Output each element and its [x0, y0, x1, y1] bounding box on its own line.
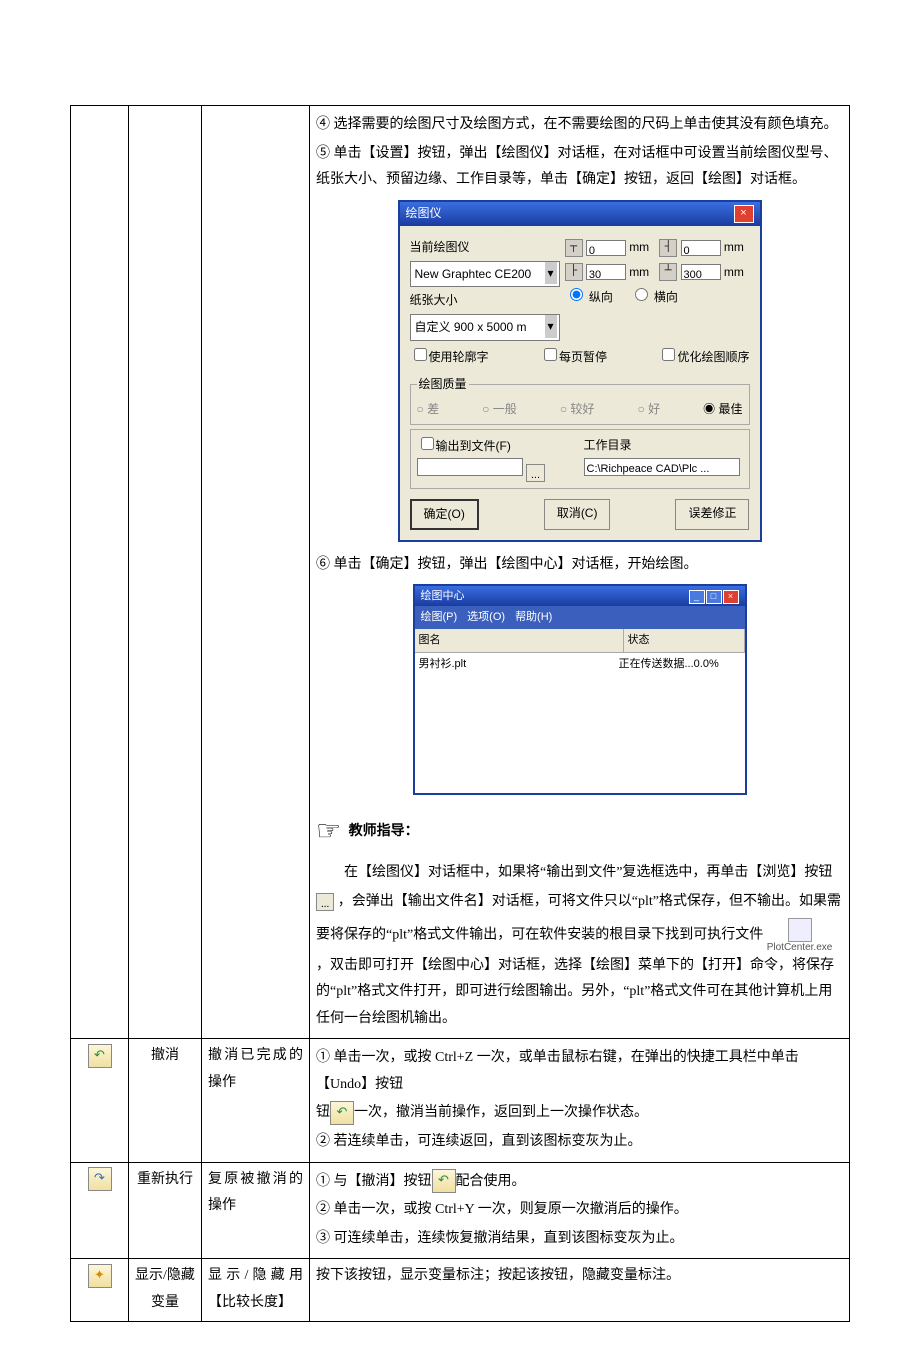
toggle-desc: 显示/隐藏用【比较长度】	[202, 1259, 310, 1321]
margin-left-icon: ├	[565, 263, 583, 281]
toggle-icon-cell: ✦	[71, 1259, 129, 1321]
margin-right-icon: ┤	[659, 239, 677, 257]
menu-options[interactable]: 选项(O)	[467, 607, 505, 628]
current-plotter-label: 当前绘图仪	[410, 236, 565, 259]
menu-plot[interactable]: 绘图(P)	[421, 607, 458, 628]
plot-instructions-cell: ④ 选择需要的绘图尺寸及绘图方式，在不需要绘图的尺码上单击使其没有颜色填充。 ⑤…	[310, 106, 850, 1039]
margin-left-input[interactable]: 30	[586, 264, 626, 280]
optimize-order-checkbox[interactable]: 优化绘图顺序	[658, 345, 749, 369]
quality-best-radio[interactable]: ◉ 最佳	[703, 398, 742, 421]
quality-better-radio[interactable]: ○ 较好	[560, 398, 595, 421]
margin-right-input[interactable]: 0	[681, 240, 721, 256]
teacher-heading: 教师指导：	[349, 824, 419, 839]
undo-desc: 撤消已完成的操作	[202, 1039, 310, 1162]
minimize-icon[interactable]: _	[689, 590, 705, 604]
instruction-table: ④ 选择需要的绘图尺寸及绘图方式，在不需要绘图的尺码上单击使其没有颜色填充。 ⑤…	[70, 105, 850, 1322]
pointing-hand-icon: ☞	[316, 805, 341, 858]
step-4: ④ 选择需要的绘图尺寸及绘图方式，在不需要绘图的尺码上单击使其没有颜色填充。	[316, 112, 843, 139]
margin-bottom-icon: ┴	[659, 263, 677, 281]
col-filename: 图名	[415, 629, 624, 652]
quality-bad-radio[interactable]: ○ 差	[417, 398, 440, 421]
error-fix-button[interactable]: 误差修正	[675, 499, 749, 530]
toggle-var-icon[interactable]: ✦	[88, 1264, 112, 1288]
toggle-text-cell: 按下该按钮，显示变量标注；按起该按钮，隐藏变量标注。	[310, 1259, 850, 1321]
outline-font-checkbox[interactable]: 使用轮廓字	[410, 345, 489, 369]
redo-desc: 复原被撤消的操作	[202, 1162, 310, 1259]
close-icon[interactable]: ×	[723, 590, 739, 604]
prev-desc-cell	[202, 106, 310, 1039]
redo-icon-cell: ↷	[71, 1162, 129, 1259]
margin-top-icon: ┬	[565, 239, 583, 257]
output-to-file-checkbox[interactable]: 输出到文件(F)	[417, 439, 511, 453]
output-browse-button[interactable]: ...	[526, 464, 545, 482]
current-plotter-select[interactable]: New Graphtec CE200	[410, 261, 560, 288]
paper-size-select[interactable]: 自定义 900 x 5000 m	[410, 314, 560, 341]
margin-bottom-input[interactable]: 300	[681, 264, 721, 280]
toggle-name: 显示/隐藏变量	[129, 1259, 202, 1321]
plot-center-dialog: 绘图中心 _□× 绘图(P) 选项(O) 帮助(H) 图名 状态	[413, 584, 747, 795]
prev-name-cell	[129, 106, 202, 1039]
margin-top-input[interactable]: 0	[586, 240, 626, 256]
redo-name: 重新执行	[129, 1162, 202, 1259]
paper-size-label: 纸张大小	[410, 289, 565, 312]
workdir-input[interactable]: C:\Richpeace CAD\Plc ...	[584, 458, 740, 476]
undo-text-cell: ① 单击一次，或按 Ctrl+Z 一次，或单击鼠标右键，在弹出的快捷工具栏中单击…	[310, 1039, 850, 1162]
undo-ref-icon: ↶	[432, 1169, 456, 1193]
plot-center-title: 绘图中心	[421, 586, 465, 607]
close-icon[interactable]: ×	[734, 205, 754, 223]
col-status: 状态	[624, 629, 745, 652]
undo-icon-cell: ↶	[71, 1039, 129, 1162]
redo-icon[interactable]: ↷	[88, 1167, 112, 1191]
undo-inline-icon: ↶	[330, 1101, 354, 1125]
list-item[interactable]: 男衬衫.plt 正在传送数据...0.0%	[415, 653, 745, 676]
plotcenter-exe-icon: PlotCenter.exe	[767, 918, 833, 953]
maximize-icon[interactable]: □	[706, 590, 722, 604]
workdir-label: 工作目录	[584, 434, 743, 457]
browse-button-inline[interactable]: ...	[316, 893, 334, 911]
quality-group: 绘图质量 ○ 差 ○ 一般 ○ 较好 ○ 好 ◉ 最佳	[410, 373, 750, 426]
prev-icon-cell	[71, 106, 129, 1039]
quality-normal-radio[interactable]: ○ 一般	[482, 398, 517, 421]
undo-icon[interactable]: ↶	[88, 1044, 112, 1068]
cancel-button[interactable]: 取消(C)	[544, 499, 611, 530]
plotter-dialog-title: 绘图仪	[406, 202, 442, 225]
redo-text-cell: ① 与【撤消】按钮↶配合使用。 ② 单击一次，或按 Ctrl+Y 一次，则复原一…	[310, 1162, 850, 1259]
orient-portrait-radio[interactable]: 纵向	[565, 290, 613, 304]
orient-landscape-radio[interactable]: 横向	[630, 290, 678, 304]
plotter-dialog: 绘图仪 × 当前绘图仪 New Graphtec CE200 纸张大小 自定义 …	[398, 200, 762, 542]
menu-help[interactable]: 帮助(H)	[515, 607, 552, 628]
output-file-input[interactable]	[417, 458, 523, 476]
step-6: ⑥ 单击【确定】按钮，弹出【绘图中心】对话框，开始绘图。	[316, 552, 843, 579]
step-5: ⑤ 单击【设置】按钮，弹出【绘图仪】对话框，在对话框中可设置当前绘图仪型号、纸张…	[316, 141, 843, 194]
undo-name: 撤消	[129, 1039, 202, 1162]
ok-button[interactable]: 确定(O)	[410, 499, 479, 530]
page-stop-checkbox[interactable]: 每页暂停	[540, 345, 607, 369]
quality-good-radio[interactable]: ○ 好	[637, 398, 660, 421]
